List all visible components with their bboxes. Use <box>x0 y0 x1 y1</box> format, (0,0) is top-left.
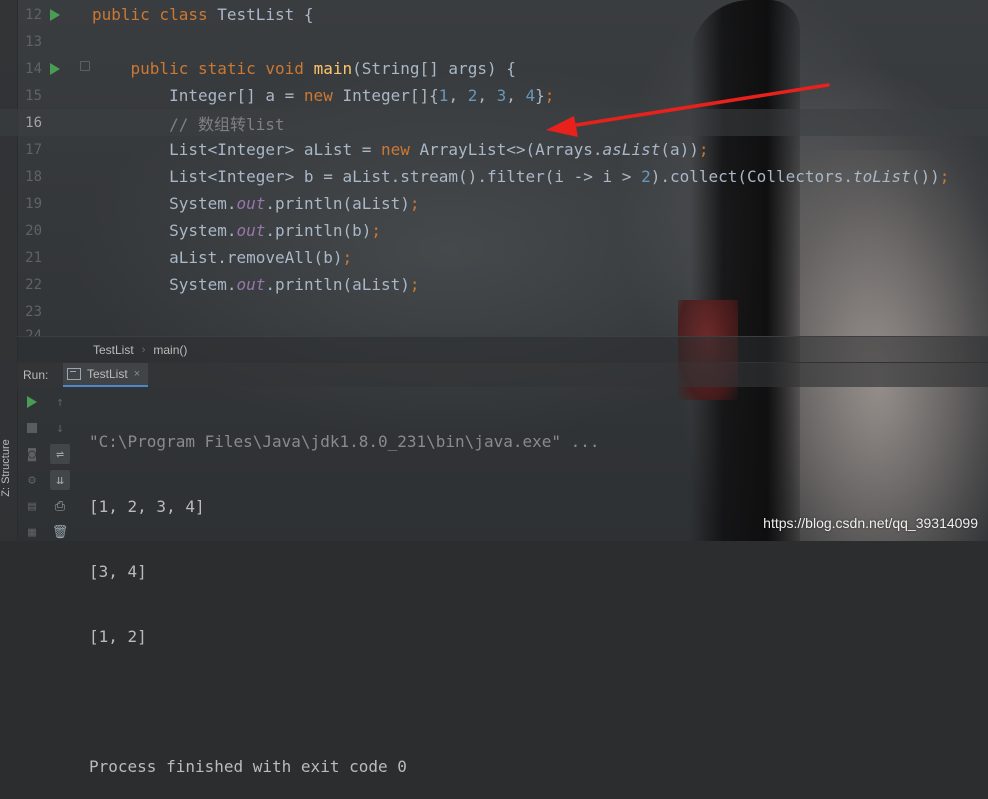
run-toolbar: ◙ ⚙ ▤ ▦ <box>17 386 47 541</box>
camera-button[interactable]: ◙ <box>22 444 42 464</box>
code-line[interactable]: 23 <box>0 298 988 325</box>
line-number: 18 <box>25 168 42 185</box>
arrow-up-icon: ↑ <box>56 394 64 410</box>
code-line[interactable]: 21 aList.removeAll(b); <box>0 244 988 271</box>
line-number: 20 <box>25 222 42 239</box>
code-line-current[interactable]: 16 // 数组转list <box>0 109 988 136</box>
code-text: System.out.println(aList); <box>92 275 420 294</box>
scroll-up-button[interactable]: ↑ <box>50 392 70 412</box>
code-text: List<Integer> b = aList.stream().filter(… <box>92 167 950 186</box>
line-number: 14 <box>25 60 42 77</box>
code-line[interactable]: 22 System.out.println(aList); <box>0 271 988 298</box>
code-line[interactable]: 19 System.out.println(aList); <box>0 190 988 217</box>
code-text: aList.removeAll(b); <box>92 248 353 267</box>
console-line: [3, 4] <box>89 562 147 581</box>
code-text: System.out.println(aList); <box>92 194 420 213</box>
code-line[interactable]: 14 public static void main(String[] args… <box>0 55 988 82</box>
pin-icon: ▦ <box>28 524 36 540</box>
console-line-command: "C:\Program Files\Java\jdk1.8.0_231\bin\… <box>89 432 600 451</box>
console-line: [1, 2] <box>89 627 147 646</box>
layout-icon: ▤ <box>28 498 36 514</box>
code-editor[interactable]: 12 public class TestList { 13 14 public … <box>0 0 988 336</box>
run-label: Run: <box>23 368 49 382</box>
run-tab-label: TestList <box>87 367 128 381</box>
scroll-down-button[interactable]: ↓ <box>50 418 70 438</box>
scroll-to-end-button[interactable]: ⇊ <box>50 470 70 490</box>
line-number: 22 <box>25 276 42 293</box>
line-number: 24 <box>25 328 42 336</box>
pin-button[interactable]: ▦ <box>22 522 42 542</box>
trash-icon: 🗑 <box>51 524 69 540</box>
soft-wrap-button[interactable]: ⇌ <box>50 444 70 464</box>
play-icon <box>27 396 37 408</box>
code-text: public class TestList { <box>92 5 314 24</box>
line-number: 13 <box>25 33 42 50</box>
console-line-exit: Process finished with exit code 0 <box>89 757 407 776</box>
console-output[interactable]: "C:\Program Files\Java\jdk1.8.0_231\bin\… <box>89 390 969 799</box>
run-tab-testlist[interactable]: TestList × <box>63 363 149 387</box>
line-number: 16 <box>25 114 42 131</box>
code-line[interactable]: 13 <box>0 28 988 55</box>
breadcrumb: TestList › main() <box>17 336 988 363</box>
stop-button[interactable] <box>22 418 42 438</box>
line-number: 12 <box>25 6 42 23</box>
layout-button[interactable]: ▤ <box>22 496 42 516</box>
settings-button[interactable]: ⚙ <box>22 470 42 490</box>
printer-icon: ⎙ <box>54 498 66 514</box>
fold-icon[interactable] <box>80 60 90 71</box>
code-line[interactable]: 20 System.out.println(b); <box>0 217 988 244</box>
code-line[interactable]: 15 Integer[] a = new Integer[]{1, 2, 3, … <box>0 82 988 109</box>
code-line[interactable]: 24 <box>0 325 988 336</box>
code-line[interactable]: 12 public class TestList { <box>0 1 988 28</box>
run-class-icon[interactable] <box>50 8 60 21</box>
line-number: 19 <box>25 195 42 212</box>
print-button[interactable]: ⎙ <box>50 496 70 516</box>
code-line[interactable]: 17 List<Integer> aList = new ArrayList<>… <box>0 136 988 163</box>
arrow-down-icon: ↓ <box>56 420 64 436</box>
gear-icon: ⚙ <box>28 472 36 488</box>
breadcrumb-class[interactable]: TestList <box>93 343 134 357</box>
code-comment: // 数组转list <box>92 114 285 134</box>
run-tool-window-header: Run: TestList × <box>17 362 988 387</box>
line-number: 21 <box>25 249 42 266</box>
console-icon <box>67 368 81 380</box>
camera-icon: ◙ <box>28 446 36 462</box>
breadcrumb-method[interactable]: main() <box>153 343 187 357</box>
line-number: 17 <box>25 141 42 158</box>
run-main-icon[interactable] <box>50 62 60 75</box>
soft-wrap-icon: ⇌ <box>56 446 64 462</box>
code-text: public static void main(String[] args) { <box>130 59 516 78</box>
watermark: https://blog.csdn.net/qq_39314099 <box>763 515 978 531</box>
console-toolbar: ↑ ↓ ⇌ ⇊ ⎙ 🗑 <box>47 386 75 541</box>
scroll-to-end-icon: ⇊ <box>56 472 64 488</box>
code-text: List<Integer> aList = new ArrayList<>(Ar… <box>92 140 709 159</box>
breadcrumb-separator-icon: › <box>141 344 146 356</box>
code-text: Integer[] a = new Integer[]{1, 2, 3, 4}; <box>92 86 555 105</box>
line-number: 23 <box>25 303 42 320</box>
code-text: System.out.println(b); <box>92 221 382 240</box>
code-line[interactable]: 18 List<Integer> b = aList.stream().filt… <box>0 163 988 190</box>
rerun-button[interactable] <box>22 392 42 412</box>
stop-icon <box>27 423 37 433</box>
line-number: 15 <box>25 87 42 104</box>
structure-tool-button[interactable]: Z: Structure <box>0 420 16 516</box>
close-icon[interactable]: × <box>134 368 140 380</box>
clear-button[interactable]: 🗑 <box>50 522 70 542</box>
